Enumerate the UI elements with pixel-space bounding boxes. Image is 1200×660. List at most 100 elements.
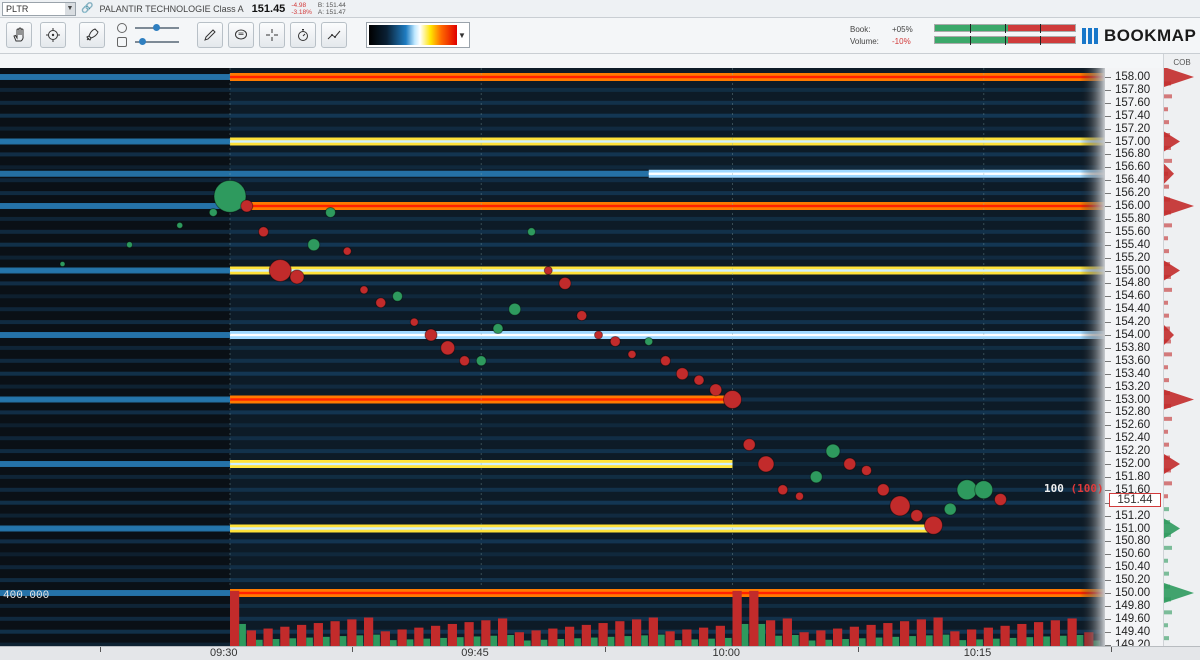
draw-tool-button[interactable] (197, 22, 223, 48)
volume-bar-sell (866, 624, 876, 646)
price-axis[interactable]: 158.00 157.80 157.60 157.40 157.20 157.00 156.… (1105, 68, 1163, 660)
cob-bar (1164, 403, 1171, 408)
trade-bubble (660, 355, 671, 367)
pencil-icon (204, 29, 216, 41)
cursor-quantity: 100 (100) (1044, 482, 1104, 495)
timer-tool-button[interactable] (290, 22, 316, 48)
volume-bar-sell (280, 626, 290, 646)
heatmap-canvas[interactable] (0, 68, 1105, 646)
volume-bar-sell (849, 626, 859, 646)
trade-bubble (994, 492, 1007, 506)
volume-bar-buy (272, 639, 280, 646)
slider-knob[interactable] (139, 38, 146, 45)
volume-bar-sell (481, 620, 491, 646)
cob-bar (1164, 494, 1168, 499)
time-axis[interactable]: 09:30 09:45 10:00 10:15 (0, 646, 1200, 660)
liquidity-band (0, 229, 1105, 234)
price-tick-mark (1105, 489, 1111, 491)
pre-session-level (0, 170, 649, 177)
trade-bubble (861, 464, 872, 476)
trade-bubble (777, 484, 789, 496)
heat-level-core (230, 140, 1105, 143)
crosshair-tool-button[interactable] (259, 22, 285, 48)
chevron-down-icon[interactable]: ▼ (65, 2, 75, 15)
price-tick-label: 152.60 (1115, 419, 1151, 432)
heatmap-contrast-slider[interactable] (117, 23, 187, 33)
liquidity-band (0, 178, 1105, 183)
price-tick-label: 152.00 (1115, 458, 1151, 470)
heatmap-range-slider[interactable] (117, 37, 187, 47)
trade-bubble (289, 269, 305, 285)
cob-bar (1164, 236, 1168, 241)
center-tool-button[interactable] (40, 22, 66, 48)
price-tick-mark (1105, 515, 1111, 517)
trade-bubble (208, 207, 218, 217)
note-tool-button[interactable] (228, 22, 254, 48)
volume-bar-sell (598, 623, 608, 646)
liquidity-band (0, 191, 1105, 196)
trade-bubble (359, 285, 369, 295)
price-tick-label: 155.60 (1115, 225, 1151, 238)
volume-bar-sell (816, 630, 826, 646)
price-tick-label: 154.80 (1115, 277, 1151, 290)
heatmap-color-picker[interactable]: ▼ (366, 22, 470, 48)
liquidity-band (0, 345, 1105, 350)
cob-bar (1164, 262, 1170, 267)
price-tick-mark (1105, 167, 1111, 169)
volume-bar-sell (665, 631, 675, 646)
price-tick-mark (1105, 218, 1111, 220)
color-gradient (369, 25, 457, 45)
time-tick-label: 10:00 (712, 647, 741, 659)
liquidity-band (0, 307, 1105, 312)
price-tick-label: 156.40 (1115, 174, 1151, 187)
volume-bar-sell (682, 629, 692, 646)
price-tick-label: 154.00 (1115, 329, 1151, 341)
cob-bar (1164, 352, 1172, 357)
cob-bar (1164, 507, 1169, 512)
book-label: Book: (850, 25, 871, 34)
meter-tick (970, 36, 971, 45)
book-pct: +05% (892, 25, 913, 34)
slider-track (135, 24, 179, 31)
time-tick-label: 09:45 (461, 647, 489, 659)
time-tick-mark (858, 647, 859, 652)
price-change: -4.98 -3.18% (291, 2, 312, 16)
volume-bar-buy (641, 635, 648, 646)
liquidity-band (0, 565, 1105, 570)
liquidity-band (0, 281, 1105, 286)
chevron-down-icon[interactable]: ▼ (457, 31, 467, 40)
trade-bubble (924, 515, 943, 535)
liquidity-band (0, 487, 1105, 492)
volume-bar-sell (514, 632, 524, 646)
volume-bar-buy (892, 636, 900, 646)
rocket-icon (86, 28, 99, 41)
trade-bubble (889, 495, 911, 517)
slider-knob[interactable] (153, 24, 160, 31)
cob-bar (1164, 210, 1171, 215)
heat-level-core (246, 204, 1105, 208)
volume-bar-sell (397, 629, 407, 646)
hand-tool-button[interactable] (6, 22, 32, 48)
price-tick-mark (1105, 77, 1111, 78)
symbol-selector[interactable]: PLTR ▼ (2, 1, 76, 16)
link-icon[interactable]: 🔗 (81, 3, 93, 14)
bookmap-window: PLTR ▼ 🔗 PALANTIR TECHNOLOGIE Class A 15… (0, 0, 1200, 660)
price-tick-label: 155.80 (1115, 212, 1151, 225)
price-tick-label: 156.20 (1115, 187, 1151, 200)
indicator-tool-button[interactable] (321, 22, 347, 48)
cob-bar (1164, 558, 1168, 563)
rocket-tool-button[interactable] (79, 22, 105, 48)
price-tick-mark (1105, 283, 1111, 285)
cob-bar (1164, 120, 1169, 125)
liquidity-band (0, 513, 1105, 518)
liquidity-band (0, 320, 1105, 325)
cob-bar (1164, 636, 1169, 641)
edge-fade (1080, 68, 1105, 646)
volume-bar-buy (691, 639, 699, 646)
cob-bar (1164, 378, 1169, 383)
volume-bar-buy (490, 635, 498, 646)
heatmap-chart[interactable]: 400.000 100 (100) (0, 68, 1105, 646)
trade-bubble (558, 276, 572, 290)
liquidity-band (0, 371, 1105, 376)
price-tick-label: 153.60 (1115, 354, 1151, 367)
